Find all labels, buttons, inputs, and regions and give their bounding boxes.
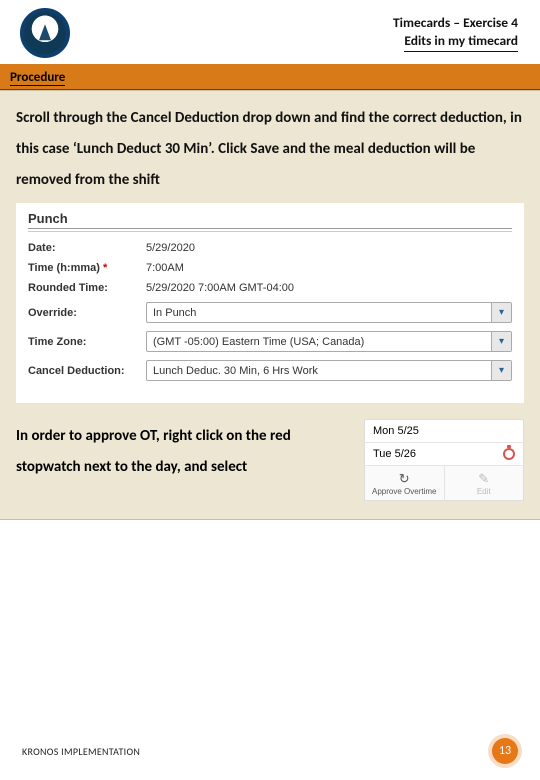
rounded-value: 5/29/2020 7:00AM GMT-04:00 [146,282,294,294]
tz-label: Time Zone: [28,336,146,348]
row-date: Date: 5/29/2020 [28,242,512,254]
cancel-deduction-select[interactable]: Lunch Deduc. 30 Min, 6 Hrs Work ▾ [146,360,512,381]
row-timezone: Time Zone: (GMT -05:00) Eastern Time (US… [28,331,512,352]
state-seal-logo [20,8,70,58]
context-actions: ↻ Approve Overtime ✎ Edit [365,466,523,500]
cancel-label: Cancel Deduction: [28,365,146,377]
punch-form: Punch Date: 5/29/2020 Time (h:mma) * 7:0… [16,203,524,403]
override-label: Override: [28,307,146,319]
approve-row: In order to approve OT, right click on t… [16,419,524,501]
page-header: Timecards – Exercise 4 Edits in my timec… [0,0,540,64]
row-cancel-deduction: Cancel Deduction: Lunch Deduc. 30 Min, 6… [28,360,512,381]
date-label: Date: [28,242,146,254]
day-panel: Mon 5/25 Tue 5/26 ↻ Approve Overtime ✎ E… [364,419,524,501]
day-row-tue[interactable]: Tue 5/26 [365,443,523,466]
override-value: In Punch [153,307,196,319]
page-footer: KRONOS IMPLEMENTATION 13 [22,738,518,764]
day-label: Tue 5/26 [373,448,416,460]
row-time: Time (h:mma) * 7:00AM [28,262,512,274]
footer-text: KRONOS IMPLEMENTATION [22,745,140,758]
row-override: Override: In Punch ▾ [28,302,512,323]
tz-select[interactable]: (GMT -05:00) Eastern Time (USA; Canada) … [146,331,512,352]
page-number-badge: 13 [492,738,518,764]
chevron-down-icon: ▾ [491,332,511,351]
tz-value: (GMT -05:00) Eastern Time (USA; Canada) [153,336,364,348]
instruction-text: Scroll through the Cancel Deduction drop… [16,103,524,195]
time-value: 7:00AM [146,262,184,274]
date-value: 5/29/2020 [146,242,195,254]
approve-overtime-label: Approve Overtime [372,487,436,496]
title-line-2: Edits in my timecard [404,32,518,52]
content-block: Scroll through the Cancel Deduction drop… [0,90,540,520]
approve-instruction: In order to approve OT, right click on t… [16,419,354,483]
override-select[interactable]: In Punch ▾ [146,302,512,323]
section-label: Procedure [10,70,65,86]
approve-overtime-button[interactable]: ↻ Approve Overtime [365,466,445,500]
divider [28,231,512,232]
punch-form-title: Punch [28,211,512,229]
pencil-icon: ✎ [478,472,489,485]
approve-overtime-icon: ↻ [399,472,410,485]
day-row-mon[interactable]: Mon 5/25 [365,420,523,443]
required-asterisk: * [103,262,107,274]
chevron-down-icon: ▾ [491,361,511,380]
day-label: Mon 5/25 [373,425,419,437]
title-line-1: Timecards – Exercise 4 [393,14,518,32]
section-bar: Procedure [0,64,540,90]
chevron-down-icon: ▾ [491,303,511,322]
page-title: Timecards – Exercise 4 Edits in my timec… [393,14,518,51]
edit-label: Edit [477,487,491,496]
row-rounded: Rounded Time: 5/29/2020 7:00AM GMT-04:00 [28,282,512,294]
stopwatch-icon[interactable] [503,448,515,460]
edit-button[interactable]: ✎ Edit [445,466,524,500]
rounded-label: Rounded Time: [28,282,146,294]
cancel-value: Lunch Deduc. 30 Min, 6 Hrs Work [153,365,318,377]
time-label: Time (h:mma) * [28,262,146,274]
